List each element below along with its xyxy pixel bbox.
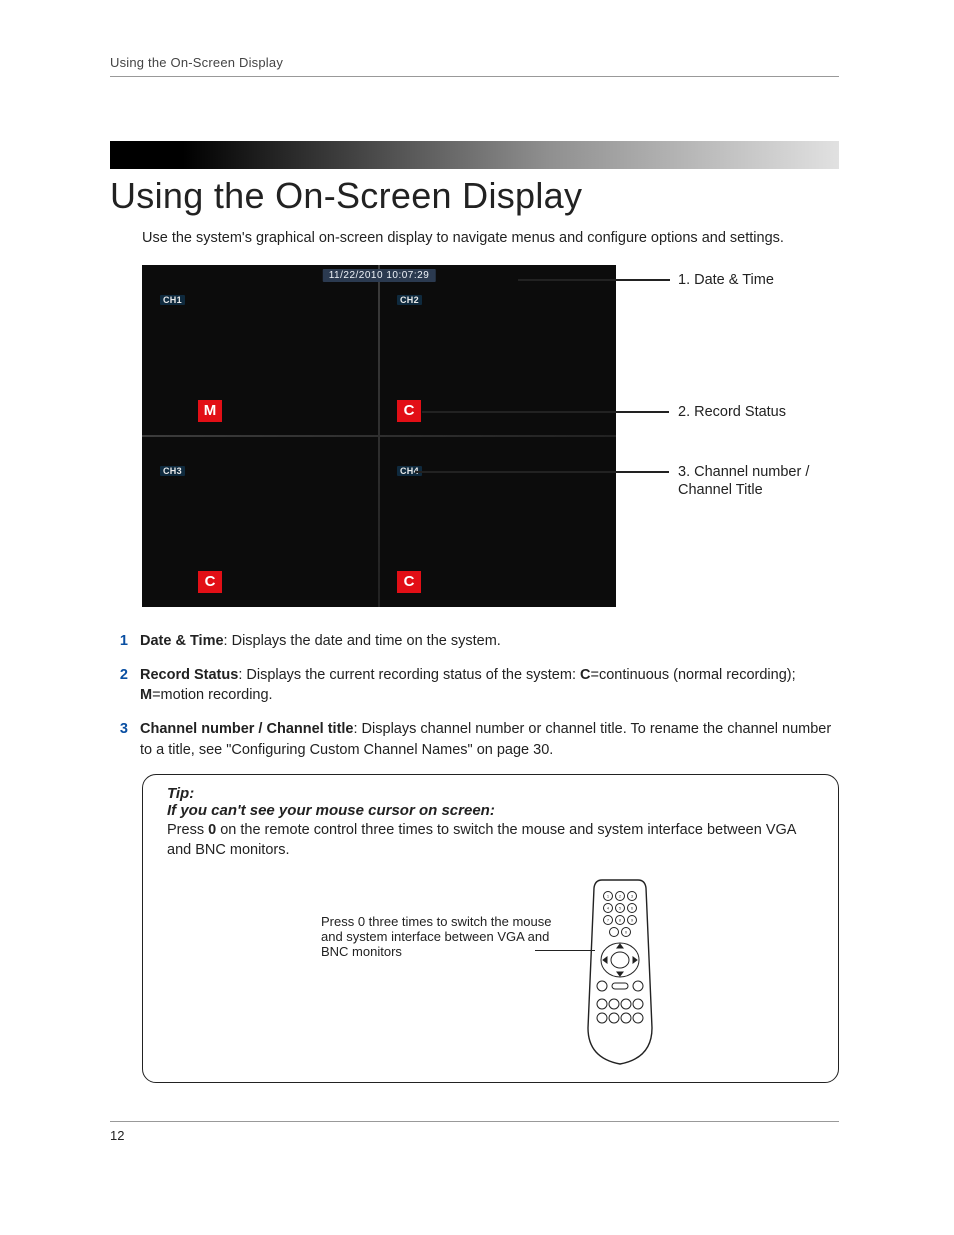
callout-line-1 <box>518 279 670 281</box>
tip-figure: Press 0 three times to switch the mouse … <box>167 878 814 1068</box>
tip-heading: Tip: <box>167 785 814 802</box>
list-symbol-m: M <box>140 687 152 703</box>
footer-rule <box>110 1121 839 1122</box>
callout-line-3 <box>415 471 669 473</box>
list-text: =continuous (normal recording); <box>591 667 796 683</box>
tip-connector-line <box>535 950 595 951</box>
tip-caption: Press 0 three times to switch the mouse … <box>321 878 576 959</box>
callout-2: 2. Record Status <box>678 403 786 422</box>
intro-paragraph: Use the system's graphical on-screen dis… <box>142 229 839 249</box>
list-number: 2 <box>110 665 128 706</box>
osd-datetime: 11/22/2010 10:07:29 <box>323 269 436 282</box>
list-body: Channel number / Channel title: Displays… <box>140 719 839 760</box>
list-number: 3 <box>110 719 128 760</box>
list-item-1: 1 Date & Time: Displays the date and tim… <box>110 631 839 651</box>
list-term: Channel number / Channel title <box>140 721 354 737</box>
running-header: Using the On-Screen Display <box>110 55 839 70</box>
page-number: 12 <box>110 1128 839 1143</box>
list-body: Record Status: Displays the current reco… <box>140 665 839 706</box>
header-rule <box>110 76 839 77</box>
tip-text: on the remote control three times to swi… <box>167 822 796 858</box>
section-banner-gradient <box>110 141 839 169</box>
list-term: Record Status <box>140 667 238 683</box>
tip-subheading: If you can't see your mouse cursor on sc… <box>167 802 814 819</box>
manual-page: Using the On-Screen Display Using the On… <box>0 0 954 1235</box>
osd-channel-label-2: CH2 <box>397 295 422 305</box>
osd-record-status-3: C <box>198 571 222 593</box>
osd-record-status-1: M <box>198 400 222 422</box>
list-number: 1 <box>110 631 128 651</box>
osd-figure: 11/22/2010 10:07:29 CH1 CH2 CH3 CH4 M C … <box>142 265 839 607</box>
tip-text: Press <box>167 822 208 838</box>
tip-body: Press 0 on the remote control three time… <box>167 821 814 860</box>
list-text: : Displays the current recording status … <box>238 667 580 683</box>
list-item-3: 3 Channel number / Channel title: Displa… <box>110 719 839 760</box>
tip-box: Tip: If you can't see your mouse cursor … <box>142 774 839 1083</box>
numbered-list: 1 Date & Time: Displays the date and tim… <box>110 631 839 760</box>
page-title: Using the On-Screen Display <box>110 175 839 217</box>
list-text: : Displays the date and time on the syst… <box>224 633 501 649</box>
list-body: Date & Time: Displays the date and time … <box>140 631 839 651</box>
osd-channel-label-1: CH1 <box>160 295 185 305</box>
list-text: =motion recording. <box>152 687 273 703</box>
tip-key-zero: 0 <box>208 822 216 838</box>
osd-screenshot: 11/22/2010 10:07:29 CH1 CH2 CH3 CH4 M C … <box>142 265 616 607</box>
osd-gridline-horizontal <box>142 435 616 437</box>
remote-control-icon: 123 456 789 0 <box>580 878 660 1068</box>
list-symbol-c: C <box>580 667 590 683</box>
osd-channel-label-3: CH3 <box>160 466 185 476</box>
callout-line-2 <box>422 411 669 413</box>
list-item-2: 2 Record Status: Displays the current re… <box>110 665 839 706</box>
osd-record-status-2: C <box>397 400 421 422</box>
callout-3: 3. Channel number / Channel Title <box>678 463 838 501</box>
osd-record-status-4: C <box>397 571 421 593</box>
list-term: Date & Time <box>140 633 224 649</box>
callout-1: 1. Date & Time <box>678 271 774 290</box>
